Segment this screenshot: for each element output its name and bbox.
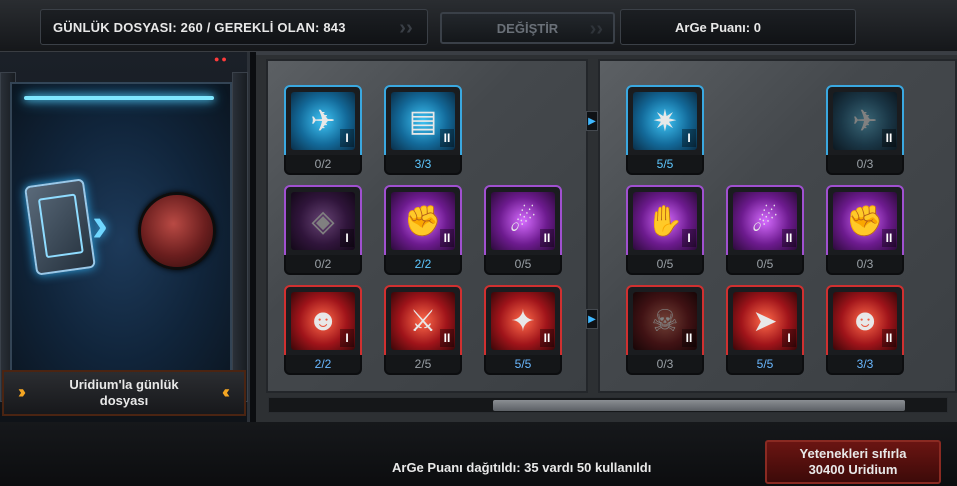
skill-tier: II [540, 229, 554, 247]
skill-frame: ☄ II [726, 185, 804, 257]
top-bar: GÜNLÜK DOSYASI: 260 / GEREKLİ OLAN: 843 … [0, 0, 957, 52]
skill-tile[interactable]: ☻ I 2/2 [284, 285, 362, 375]
uridium-dossier-button[interactable]: ›› Uridium'la günlük dosyası ‹‹ [2, 370, 246, 416]
skill-tier: II [882, 129, 896, 147]
skill-level-count: 0/5 [726, 255, 804, 275]
skill-tile[interactable]: ☄ II 0/5 [484, 185, 562, 275]
skill-level-count: 0/3 [626, 355, 704, 375]
skill-tier: II [682, 329, 696, 347]
skill-level-count: 5/5 [626, 155, 704, 175]
research-points-text: ArGe Puanı: 0 [675, 19, 761, 35]
dossier-panel: ●● › ›› Uridium'la günlük dosyası ‹‹ [0, 52, 250, 422]
skill-tile[interactable]: ☻ II 3/3 [826, 285, 904, 375]
skill-tier: II [782, 229, 796, 247]
daily-dossier-text: GÜNLÜK DOSYASI: 260 / GEREKLİ OLAN: 843 [53, 19, 346, 35]
double-chevron-right-icon: ›› [18, 382, 26, 402]
skill-level-count: 0/3 [826, 155, 904, 175]
skill-frame: ✈ II [826, 85, 904, 157]
skill-tile[interactable]: ➤ I 5/5 [726, 285, 804, 375]
skill-frame: ⚔ II [384, 285, 462, 357]
skill-level-count: 0/5 [626, 255, 704, 275]
skill-frame: ☄ II [484, 185, 562, 257]
skill-frame: ◈ I [284, 185, 362, 257]
skill-tier: I [682, 229, 696, 247]
reset-skills-label: Yetenekleri sıfırla [799, 446, 907, 461]
connector-arrow-icon: ▶ [586, 309, 598, 329]
skill-tier: II [882, 329, 896, 347]
skill-level-count: 0/3 [826, 255, 904, 275]
chevron-right-icon: ›› [589, 18, 603, 40]
panel-rail-right [232, 72, 248, 402]
connector-arrow-icon: ▶ [586, 111, 598, 131]
skill-tile[interactable]: ✊ II 2/2 [384, 185, 462, 275]
skill-pane-left: ✈ I 0/2 ▤ II 3/3 ◈ I 0/2 ✊ II 2/2 ☄ II 0/5 ☻ I 2/2 ⚔ II 2/5 ✦… [266, 59, 588, 393]
skill-level-count: 3/3 [826, 355, 904, 375]
skill-tile[interactable]: ✈ II 0/3 [826, 85, 904, 175]
skill-level-count: 0/5 [484, 255, 562, 275]
skill-level-count: 0/2 [284, 255, 362, 275]
skill-level-count: 5/5 [726, 355, 804, 375]
skill-tile[interactable]: ☠ II 0/3 [626, 285, 704, 375]
uridium-dossier-label-1: Uridium'la günlük [69, 377, 179, 392]
energy-line-top [24, 96, 214, 100]
skill-pane-right: ✷ I 5/5 ✈ II 0/3 ✋ I 0/5 ☄ II 0/5 ✊ II 0/3 ☠ II 0/3 ➤ I 5/5 ☻… [598, 59, 957, 393]
skill-frame: ☻ II [826, 285, 904, 357]
change-button[interactable]: DEĞİŞTİR ›› [440, 12, 615, 44]
skill-tier: II [440, 129, 454, 147]
footer-bar: ArGe Puanı dağıtıldı: 35 vardı 50 kullan… [0, 422, 957, 486]
skill-frame: ✋ I [626, 185, 704, 257]
reset-skills-button[interactable]: Yetenekleri sıfırla 30400 Uridium [765, 440, 941, 484]
skill-frame: ➤ I [726, 285, 804, 357]
skill-level-count: 3/3 [384, 155, 462, 175]
skill-tier: II [882, 229, 896, 247]
uridium-dossier-label-2: dosyası [99, 393, 149, 408]
skill-level-count: 2/2 [284, 355, 362, 375]
status-led-icon: ●● [214, 54, 229, 64]
skill-tile[interactable]: ✦ II 5/5 [484, 285, 562, 375]
skill-level-count: 5/5 [484, 355, 562, 375]
skill-tree-board: ✈ I 0/2 ▤ II 3/3 ◈ I 0/2 ✊ II 2/2 ☄ II 0/5 ☻ I 2/2 ⚔ II 2/5 ✦… [256, 52, 957, 422]
double-chevron-left-icon: ‹‹ [222, 382, 230, 402]
datapad-icon [24, 178, 96, 276]
skill-frame: ✊ II [384, 185, 462, 257]
change-button-label: DEĞİŞTİR [496, 20, 559, 36]
skill-frame: ▤ II [384, 85, 462, 157]
skill-tier: I [682, 129, 696, 147]
daily-dossier-display: GÜNLÜK DOSYASI: 260 / GEREKLİ OLAN: 843 … [40, 9, 428, 45]
skill-frame: ✈ I [284, 85, 362, 157]
skill-tile[interactable]: ◈ I 0/2 [284, 185, 362, 275]
skill-frame: ☻ I [284, 285, 362, 357]
skill-level-count: 0/2 [284, 155, 362, 175]
skill-tier: II [540, 329, 554, 347]
points-status-text: ArGe Puanı dağıtıldı: 35 vardı 50 kullan… [392, 460, 652, 475]
reset-skills-cost: 30400 Uridium [808, 462, 898, 477]
skill-tier: I [340, 129, 354, 147]
skill-frame: ☠ II [626, 285, 704, 357]
skill-tile[interactable]: ✊ II 0/3 [826, 185, 904, 275]
skill-tier: I [340, 329, 354, 347]
skill-tier: II [440, 329, 454, 347]
skill-frame: ✷ I [626, 85, 704, 157]
skill-tile[interactable]: ☄ II 0/5 [726, 185, 804, 275]
skill-level-count: 2/5 [384, 355, 462, 375]
skill-tile[interactable]: ✈ I 0/2 [284, 85, 362, 175]
skill-tile[interactable]: ✷ I 5/5 [626, 85, 704, 175]
alien-portrait-icon [138, 192, 216, 270]
chevron-right-icon: › [92, 199, 108, 252]
research-points-display: ArGe Puanı: 0 [620, 9, 856, 45]
skill-level-count: 2/2 [384, 255, 462, 275]
skill-tile[interactable]: ✋ I 0/5 [626, 185, 704, 275]
skill-tile[interactable]: ⚔ II 2/5 [384, 285, 462, 375]
horizontal-scrollbar[interactable] [268, 397, 948, 413]
skill-frame: ✦ II [484, 285, 562, 357]
skill-tier: I [782, 329, 796, 347]
skill-tier: II [440, 229, 454, 247]
chevron-right-icon: ›› [399, 17, 413, 39]
skill-frame: ✊ II [826, 185, 904, 257]
scrollbar-thumb[interactable] [493, 400, 905, 411]
skill-tile[interactable]: ▤ II 3/3 [384, 85, 462, 175]
skill-tier: I [340, 229, 354, 247]
